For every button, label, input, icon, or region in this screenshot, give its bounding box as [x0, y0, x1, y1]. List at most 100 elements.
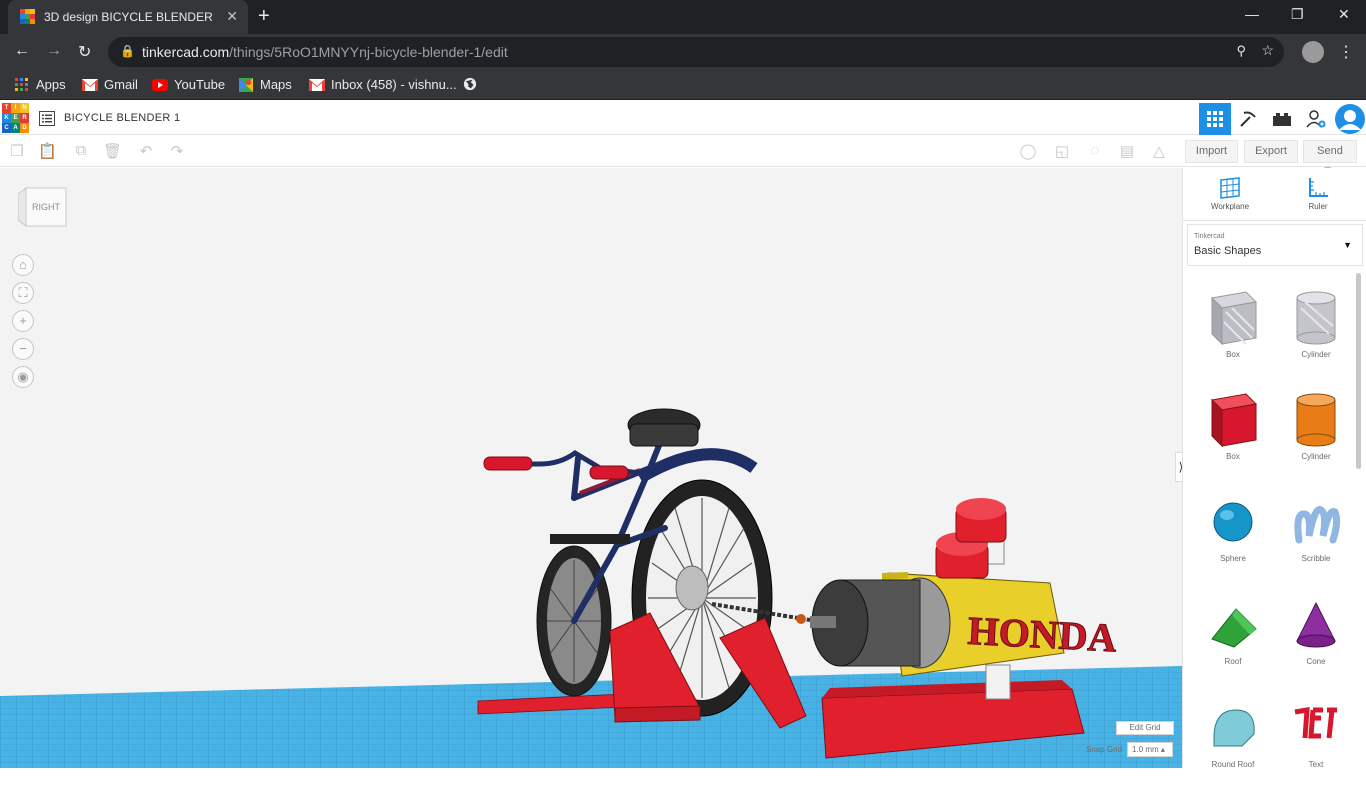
group-icon[interactable]: ◱ — [1053, 142, 1071, 160]
shape-round-roof[interactable]: Round Roof — [1198, 698, 1268, 788]
view-cube[interactable]: RIGHT — [18, 184, 68, 228]
shape-scribble[interactable]: Scribble — [1281, 492, 1351, 582]
brake-disc — [675, 565, 709, 611]
tab-close-icon[interactable]: ✕ — [226, 8, 238, 25]
minimize-icon[interactable]: — — [1245, 6, 1259, 22]
rear-rack[interactable] — [550, 534, 630, 544]
design-title[interactable]: BICYCLE BLENDER 1 — [64, 112, 180, 124]
home-view-button[interactable]: ⌂ — [12, 254, 34, 276]
bookmark-star-icon[interactable]: ☆ — [1261, 42, 1274, 59]
add-user-icon — [1306, 110, 1326, 128]
send-to-button[interactable]: Send To — [1303, 140, 1357, 178]
globe-bookmark[interactable] — [462, 77, 478, 91]
shape-roof[interactable]: Roof — [1198, 595, 1268, 685]
ungroup-icon[interactable]: ◌ — [1086, 142, 1104, 160]
edit-toolbar: ❐ 📋 ⧉ 🗑 ↶ ↷ ◯ ◱ ◌ ▤ △ Import Export Send… — [0, 136, 1366, 178]
3d-scene[interactable]: HONDA — [0, 168, 1182, 768]
user-avatar[interactable] — [1334, 103, 1366, 135]
bookmark-inbox[interactable]: Inbox (458) - vishnu... — [309, 77, 457, 92]
undo-icon[interactable]: ↶ — [137, 142, 155, 160]
panel-scrollbar[interactable] — [1356, 273, 1361, 469]
workplane-label: Workplane — [1210, 202, 1250, 211]
snap-grid-label: Snap Grid — [1086, 745, 1123, 754]
reload-icon[interactable]: ↻ — [78, 42, 91, 62]
shape-box-red[interactable]: Box — [1198, 390, 1268, 480]
youtube-icon — [152, 78, 168, 91]
bookmark-youtube[interactable]: YouTube — [152, 77, 225, 92]
chrome-menu-icon[interactable]: ⋮ — [1338, 42, 1354, 62]
avatar-icon — [1335, 104, 1365, 134]
view-cube-label: RIGHT — [32, 202, 61, 212]
grid-view-icon — [1207, 111, 1223, 127]
tab-title: 3D design BICYCLE BLENDER 1 | Tinkercad — [44, 10, 214, 24]
align-icon[interactable]: ▤ — [1118, 142, 1136, 160]
bookmark-label: Apps — [36, 77, 66, 92]
shape-cone[interactable]: Cone — [1281, 595, 1351, 685]
export-button[interactable]: Export — [1244, 140, 1298, 163]
front-stand-base[interactable] — [614, 705, 701, 723]
right-grip[interactable] — [589, 465, 629, 480]
bricks-button[interactable] — [1266, 103, 1298, 135]
address-bar[interactable]: 🔒 tinkercad.com/things/5RoO1MNYYnj-bicyc… — [108, 37, 1284, 67]
shape-library-dropdown[interactable]: Tinkercad Basic Shapes ▼ — [1187, 224, 1363, 266]
bookmark-gmail[interactable]: Gmail — [82, 77, 138, 92]
duplicate-icon[interactable]: ⧉ — [72, 142, 90, 160]
copy-icon[interactable]: ❐ — [8, 142, 26, 160]
fit-view-button[interactable]: ⛶ — [12, 282, 34, 304]
ruler-tool[interactable]: Ruler — [1283, 176, 1353, 211]
zoom-out-button[interactable]: − — [12, 338, 34, 360]
cylinder-icon — [1296, 393, 1336, 447]
snap-grid-select[interactable]: 1.0 mm ▴ — [1127, 742, 1173, 757]
logo-letter: K — [2, 113, 11, 123]
cylinder-hole-icon — [1296, 291, 1336, 345]
workplane-viewport[interactable]: HONDA RIGHT ⌂ ⛶ + − ◉ Edit Grid Snap Gri… — [0, 168, 1182, 768]
bookmark-label: Gmail — [104, 77, 138, 92]
shape-label: Cylinder — [1301, 350, 1331, 359]
bookmark-label: Maps — [260, 77, 292, 92]
shape-label: Box — [1226, 452, 1240, 461]
shapes-panel: Workplane Ruler Tinkercad Basic Shapes ▼… — [1182, 168, 1366, 769]
honda-text[interactable]: HONDA — [966, 607, 1118, 661]
scribble-icon — [1294, 506, 1341, 544]
design-list-icon[interactable] — [39, 111, 55, 126]
tinkercad-favicon-icon — [20, 9, 35, 24]
logo-letter: T — [2, 103, 11, 113]
ruler-icon — [1309, 178, 1328, 197]
tinkercad-logo[interactable]: T I N K E R C A D — [2, 103, 30, 133]
shape-label: Scribble — [1301, 554, 1331, 563]
import-button[interactable]: Import — [1185, 140, 1238, 163]
box-icon — [1210, 393, 1258, 448]
3d-view-button[interactable] — [1199, 103, 1231, 135]
restore-icon[interactable]: ❐ — [1291, 6, 1304, 23]
shape-cylinder-orange[interactable]: Cylinder — [1281, 390, 1351, 480]
build-button[interactable] — [1232, 103, 1264, 135]
forward-icon[interactable]: → — [46, 42, 62, 60]
shape-sphere[interactable]: Sphere — [1198, 492, 1268, 582]
box-hole-icon — [1210, 291, 1258, 346]
workplane-tool[interactable]: Workplane — [1195, 176, 1265, 211]
redo-icon[interactable]: ↷ — [168, 142, 186, 160]
delete-icon[interactable]: 🗑 — [103, 142, 122, 160]
zoom-in-button[interactable]: + — [12, 310, 34, 332]
paste-icon[interactable]: 📋 — [38, 142, 57, 160]
mirror-icon[interactable]: △ — [1150, 142, 1168, 160]
zoom-icon[interactable]: ⚲ — [1236, 43, 1246, 59]
ortho-view-button[interactable]: ◉ — [12, 366, 34, 388]
invite-button[interactable] — [1300, 103, 1332, 135]
left-grip[interactable] — [483, 456, 533, 471]
shape-box-gray[interactable]: Box — [1198, 288, 1268, 378]
shape-text[interactable]: Text — [1281, 698, 1351, 788]
edit-grid-button[interactable]: Edit Grid — [1116, 721, 1174, 735]
back-icon[interactable]: ← — [14, 42, 30, 60]
profile-avatar[interactable] — [1302, 41, 1324, 63]
roof-icon — [1211, 608, 1257, 648]
close-window-icon[interactable]: ✕ — [1338, 6, 1350, 23]
bookmark-apps[interactable]: Apps — [14, 77, 66, 92]
bookmark-maps[interactable]: Maps — [238, 77, 292, 92]
shape-cylinder-gray[interactable]: Cylinder — [1281, 288, 1351, 378]
new-tab-button[interactable]: + — [258, 5, 270, 28]
lightbulb-icon[interactable]: ◯ — [1019, 142, 1037, 160]
browser-tab[interactable]: 3D design BICYCLE BLENDER 1 | Tinkercad … — [8, 0, 248, 34]
library-source: Tinkercad — [1194, 233, 1225, 240]
panel-divider — [1183, 220, 1366, 221]
